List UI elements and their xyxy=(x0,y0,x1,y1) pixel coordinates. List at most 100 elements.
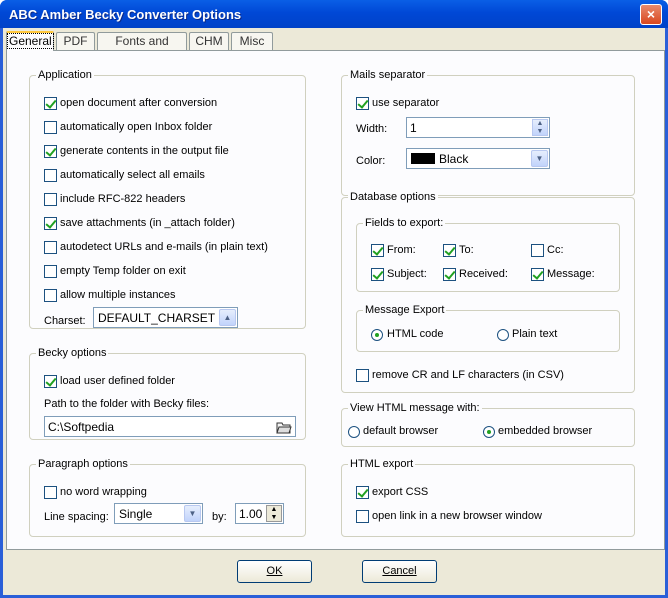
field-received-label: Received: xyxy=(459,268,508,280)
line-spacing-select[interactable]: Single ▼ xyxy=(114,503,203,524)
dialog-client: General PDF Fonts and Colors CHM Misc Ap… xyxy=(3,28,665,595)
export-plain-radio[interactable] xyxy=(497,329,509,341)
field-to-label: To: xyxy=(459,244,474,256)
spin-arrows-icon[interactable]: ▲ ▼ xyxy=(532,119,548,136)
open-after-conversion-label: open document after conversion xyxy=(60,97,218,109)
becky-path-field[interactable]: C:\Softpedia xyxy=(44,416,296,437)
cancel-button[interactable]: Cancel xyxy=(362,560,437,583)
no-word-wrapping-label: no word wrapping xyxy=(60,486,147,498)
tab-fonts-and-colors[interactable]: Fonts and Colors xyxy=(97,32,187,64)
autodetect-urls-checkbox[interactable] xyxy=(44,241,57,254)
color-swatch xyxy=(411,153,435,164)
select-all-emails-label: automatically select all emails xyxy=(60,169,205,181)
rfc822-headers-checkbox[interactable] xyxy=(44,193,57,206)
paragraph-group-title: Paragraph options xyxy=(36,458,130,470)
spacing-by-field[interactable]: 1.00 ▲ ▼ xyxy=(235,503,284,524)
separator-width-value: 1 xyxy=(410,121,417,135)
field-received-checkbox[interactable] xyxy=(443,268,456,281)
tab-general[interactable]: General xyxy=(6,31,54,51)
becky-path-value: C:\Softpedia xyxy=(48,420,115,434)
field-cc-label: Cc: xyxy=(547,244,564,256)
by-label: by: xyxy=(212,511,227,523)
field-message-label: Message: xyxy=(547,268,595,280)
remove-crlf-checkbox[interactable] xyxy=(356,369,369,382)
export-html-label: HTML code xyxy=(387,328,444,340)
message-export-group: Message Export HTML code Plain text xyxy=(356,304,620,352)
use-separator-label: use separator xyxy=(372,97,440,109)
generate-contents-label: generate contents in the output file xyxy=(60,145,229,157)
separator-color-select[interactable]: Black ▼ xyxy=(406,148,550,169)
line-spacing-label: Line spacing: xyxy=(44,511,109,523)
field-to-checkbox[interactable] xyxy=(443,244,456,257)
default-browser-radio[interactable] xyxy=(348,426,360,438)
field-from-label: From: xyxy=(387,244,416,256)
becky-options-group: Becky options load user defined folder P… xyxy=(29,347,306,440)
database-group-title: Database options xyxy=(348,191,438,203)
database-options-group: Database options Fields to export: From:… xyxy=(341,191,635,393)
close-button[interactable]: × xyxy=(640,4,662,25)
title-bar[interactable]: ABC Amber Becky Converter Options × xyxy=(0,0,668,28)
chevron-down-icon[interactable]: ▼ xyxy=(531,150,548,167)
open-after-conversion-checkbox[interactable] xyxy=(44,97,57,110)
field-subject-checkbox[interactable] xyxy=(371,268,384,281)
chevron-down-icon[interactable]: ▼ xyxy=(184,505,201,522)
tab-chm[interactable]: CHM xyxy=(189,32,229,50)
tab-misc[interactable]: Misc xyxy=(231,32,273,50)
field-from-checkbox[interactable] xyxy=(371,244,384,257)
export-html-radio[interactable] xyxy=(371,329,383,341)
general-tab-panel: Application open document after conversi… xyxy=(6,50,665,550)
separator-width-field[interactable]: 1 ▲ ▼ xyxy=(406,117,550,138)
html-export-group: HTML export export CSS open link in a ne… xyxy=(341,458,635,537)
dialog-window: ABC Amber Becky Converter Options × Gene… xyxy=(0,0,668,598)
view-html-group: View HTML message with: default browser … xyxy=(341,402,635,447)
spacing-by-value: 1.00 xyxy=(239,507,263,521)
fields-to-export-group: Fields to export: From: To: Cc: Subject:… xyxy=(356,217,620,292)
export-css-checkbox[interactable] xyxy=(356,486,369,499)
line-spacing-value: Single xyxy=(119,507,153,521)
export-css-label: export CSS xyxy=(372,486,429,498)
new-window-checkbox[interactable] xyxy=(356,510,369,523)
mails-separator-group: Mails separator use separator Width: 1 ▲… xyxy=(341,69,635,196)
export-plain-label: Plain text xyxy=(512,328,558,340)
width-label: Width: xyxy=(356,123,388,135)
charset-select[interactable]: DEFAULT_CHARSET ▲ xyxy=(93,307,238,328)
multiple-instances-checkbox[interactable] xyxy=(44,289,57,302)
load-user-folder-label: load user defined folder xyxy=(60,375,175,387)
field-message-checkbox[interactable] xyxy=(531,268,544,281)
embedded-browser-label: embedded browser xyxy=(498,425,593,437)
tab-pdf[interactable]: PDF xyxy=(56,32,95,50)
charset-value: DEFAULT_CHARSET xyxy=(98,311,216,325)
save-attachments-checkbox[interactable] xyxy=(44,217,57,230)
no-word-wrapping-checkbox[interactable] xyxy=(44,486,57,499)
rfc822-headers-label: include RFC-822 headers xyxy=(60,193,186,205)
autodetect-urls-label: autodetect URLs and e-mails (in plain te… xyxy=(60,241,268,253)
application-group: Application open document after conversi… xyxy=(29,69,306,329)
folder-open-icon[interactable] xyxy=(276,419,292,434)
message-export-title: Message Export xyxy=(363,304,447,316)
multiple-instances-label: allow multiple instances xyxy=(60,289,176,301)
separator-color-value: Black xyxy=(439,152,469,166)
chevron-down-icon[interactable]: ▲ xyxy=(219,309,236,326)
remove-crlf-label: remove CR and LF characters (in CSV) xyxy=(372,369,564,381)
open-inbox-folder-checkbox[interactable] xyxy=(44,121,57,134)
load-user-folder-checkbox[interactable] xyxy=(44,375,57,388)
ok-button[interactable]: OK xyxy=(237,560,312,583)
window-title: ABC Amber Becky Converter Options xyxy=(9,7,242,22)
select-all-emails-checkbox[interactable] xyxy=(44,169,57,182)
becky-path-label: Path to the folder with Becky files: xyxy=(44,398,210,410)
html-export-title: HTML export xyxy=(348,458,416,470)
empty-temp-label: empty Temp folder on exit xyxy=(60,265,186,277)
mails-group-title: Mails separator xyxy=(348,69,428,81)
fields-group-title: Fields to export: xyxy=(363,217,446,229)
new-window-label: open link in a new browser window xyxy=(372,510,542,522)
embedded-browser-radio[interactable] xyxy=(483,426,495,438)
field-subject-label: Subject: xyxy=(387,268,427,280)
paragraph-options-group: Paragraph options no word wrapping Line … xyxy=(29,458,306,537)
generate-contents-checkbox[interactable] xyxy=(44,145,57,158)
becky-group-title: Becky options xyxy=(36,347,109,359)
cancel-button-label: Cancel xyxy=(382,565,417,577)
empty-temp-checkbox[interactable] xyxy=(44,265,57,278)
field-cc-checkbox[interactable] xyxy=(531,244,544,257)
spin-arrows-icon[interactable]: ▲ ▼ xyxy=(266,505,282,522)
use-separator-checkbox[interactable] xyxy=(356,97,369,110)
